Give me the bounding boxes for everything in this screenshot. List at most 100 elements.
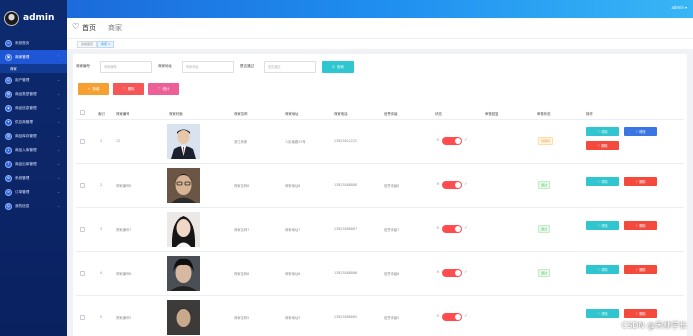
- page-header: ♡ 首页 商家: [67, 18, 693, 38]
- heart-icon: ♡: [157, 87, 161, 91]
- status-toggle[interactable]: × ✓: [436, 269, 472, 277]
- row-checkbox[interactable]: [80, 183, 85, 188]
- cell-merchant-no: 商家编号8: [116, 184, 132, 188]
- tab-home[interactable]: 系统首页: [77, 41, 98, 48]
- delete-button[interactable]: ♡ 删除: [586, 141, 619, 150]
- status-toggle[interactable]: × ✓: [436, 313, 472, 321]
- merchant-addr-input[interactable]: 商家地址: [182, 61, 234, 73]
- user-dropdown[interactable]: admin: [671, 5, 687, 10]
- delete-button[interactable]: ♡ 删除: [624, 309, 657, 318]
- table-row: 5 商家编号5 商家名称5 商家地址5 13823888885 信誉评级5 × …: [76, 296, 684, 336]
- detail-button[interactable]: ♡ 详情: [586, 177, 619, 186]
- sidebar-item-stock[interactable]: ▥ 商品库存管理 ⌄: [0, 129, 67, 143]
- table-row: 3 商家编号7 商家名称7 商家地址7 13823888887 信誉评级7 × …: [76, 208, 684, 252]
- query-button-label: 查询: [336, 64, 344, 69]
- sidebar-item-settings[interactable]: ⚙ 系统管理 ⌄: [0, 171, 67, 185]
- sidebar-item-home[interactable]: ⌂ 系统首页: [0, 36, 67, 50]
- profile-icon: ☺: [5, 202, 12, 210]
- select-all-checkbox[interactable]: [80, 110, 85, 115]
- cell-name: 商家名称8: [234, 184, 250, 188]
- sidebar-subitem-shop[interactable]: 商家: [0, 64, 67, 73]
- cell-merchant-no: 商家编号6: [116, 272, 132, 276]
- batch-delete-label: 删除: [127, 86, 135, 91]
- th-name: 商家名称: [234, 112, 248, 116]
- merchant-cover-image: [167, 168, 200, 203]
- status-switch[interactable]: [442, 225, 462, 233]
- status-toggle[interactable]: × ✓: [436, 137, 472, 145]
- add-button[interactable]: + 新增: [78, 83, 109, 95]
- stats-button[interactable]: ♡ 统计: [148, 83, 179, 95]
- sidebar-item-category[interactable]: ▤ 商品类型管理 ⌄: [0, 87, 67, 101]
- sidebar-item-order[interactable]: ≡ 订单管理 ⌄: [0, 185, 67, 199]
- merchant-table: 索引 商家编号 商家封面 商家名称 商家地址 商家电话 信誉评级 状态 审核回复…: [76, 106, 684, 336]
- detail-button[interactable]: ♡ 详情: [586, 127, 619, 136]
- cell-name: 商家名称6: [234, 272, 250, 276]
- cell-index: 1: [100, 139, 103, 143]
- status-toggle[interactable]: × ✓: [436, 181, 472, 189]
- sidebar-item-label: 商品出库管理: [15, 161, 37, 166]
- table-row: 2 商家编号8 商家名称8 商家地址8 13823888888 信誉评级8 ×: [76, 164, 684, 208]
- check-icon: ✓: [464, 182, 468, 187]
- batch-delete-button[interactable]: ♡ 删除: [113, 83, 144, 95]
- sidebar-menu: ⌂ 系统首页 ▣ 商家管理 ⌃ 商家 ☺ 用户管理 ⌄ ▤ 商品类型管理 ⌄ ◈…: [0, 36, 67, 213]
- th-ops: 操作: [586, 112, 593, 116]
- sidebar-item-outbound[interactable]: ↑ 商品出库管理 ⌄: [0, 157, 67, 171]
- delete-button[interactable]: ♡ 删除: [624, 221, 657, 230]
- row-actions: ♡ 详情 ♡ 删除: [586, 208, 676, 252]
- chevron-up-icon: ⌃: [57, 55, 60, 59]
- user-icon: ☺: [5, 76, 12, 84]
- breadcrumb-home[interactable]: 首页: [82, 23, 96, 33]
- detail-button[interactable]: ♡ 详情: [586, 265, 619, 274]
- tab-shop[interactable]: 商家 ×: [97, 41, 115, 48]
- close-icon: ×: [436, 182, 440, 187]
- main-content: 商家编号 商家编号 商家地址 商家地址 是否通过 是否通过 ⚲ 查询 + 新增 …: [73, 54, 687, 336]
- row-checkbox[interactable]: [80, 271, 85, 276]
- detail-button[interactable]: ♡ 详情: [586, 221, 619, 230]
- sidebar-item-label: 商品库存管理: [15, 133, 37, 138]
- sidebar-item-label: 商品信息管理: [15, 105, 37, 110]
- cell-address: 人民南路53号: [285, 140, 306, 144]
- delete-button[interactable]: ♡ 删除: [624, 177, 657, 186]
- brand-name: admin: [23, 13, 55, 23]
- cell-index: 3: [100, 227, 103, 231]
- merchant-cover-image: [167, 124, 200, 159]
- th-phone: 商家电话: [334, 112, 348, 116]
- audit-status-badge: 通过: [538, 181, 551, 189]
- cell-rating: 信誉评级7: [384, 228, 400, 232]
- edit-button[interactable]: ♡ 修改: [624, 127, 657, 136]
- sidebar-item-shop[interactable]: ▣ 商家管理 ⌃: [0, 50, 67, 64]
- query-button[interactable]: ⚲ 查询: [322, 61, 354, 73]
- chevron-down-icon: ⌄: [57, 176, 60, 180]
- row-checkbox[interactable]: [80, 227, 85, 232]
- chevron-down-icon: ⌄: [57, 148, 60, 152]
- chevron-down-icon: ⌄: [57, 120, 60, 124]
- audit-status-badge: 通过: [538, 225, 551, 233]
- approved-select[interactable]: 是否通过: [264, 61, 316, 73]
- audit-status-badge: 通过: [538, 269, 551, 277]
- category-icon: ▤: [5, 90, 12, 98]
- cell-address: 商家地址8: [285, 184, 301, 188]
- status-toggle[interactable]: × ✓: [436, 225, 472, 233]
- status-switch[interactable]: [442, 137, 462, 145]
- cell-rating: 信誉评级6: [384, 272, 400, 276]
- cell-name: 商家名称5: [234, 316, 250, 320]
- sidebar-item-label: 我的信息: [15, 203, 30, 208]
- detail-button[interactable]: ♡ 详情: [586, 309, 619, 318]
- merchant-cover-image: [167, 212, 200, 247]
- status-switch[interactable]: [442, 269, 462, 277]
- chevron-down-icon: ⌄: [57, 134, 60, 138]
- row-checkbox[interactable]: [80, 139, 85, 144]
- status-switch[interactable]: [442, 181, 462, 189]
- sidebar-item-inbound[interactable]: ↓ 商品入库管理 ⌄: [0, 143, 67, 157]
- sidebar-item-profile[interactable]: ☺ 我的信息 ⌄: [0, 199, 67, 213]
- sidebar-item-supplier[interactable]: ✦ 供应商管理 ⌄: [0, 115, 67, 129]
- delete-button[interactable]: ♡ 删除: [624, 265, 657, 274]
- row-checkbox[interactable]: [80, 315, 85, 320]
- sidebar-item-user[interactable]: ☺ 用户管理 ⌄: [0, 73, 67, 87]
- th-audit: 审核状态: [537, 112, 551, 116]
- merchant-no-input[interactable]: 商家编号: [100, 61, 152, 73]
- chevron-down-icon: ⌄: [57, 204, 60, 208]
- th-review-reply: 审核回复: [485, 112, 499, 116]
- sidebar-item-goods[interactable]: ◈ 商品信息管理 ⌄: [0, 101, 67, 115]
- status-switch[interactable]: [442, 313, 462, 321]
